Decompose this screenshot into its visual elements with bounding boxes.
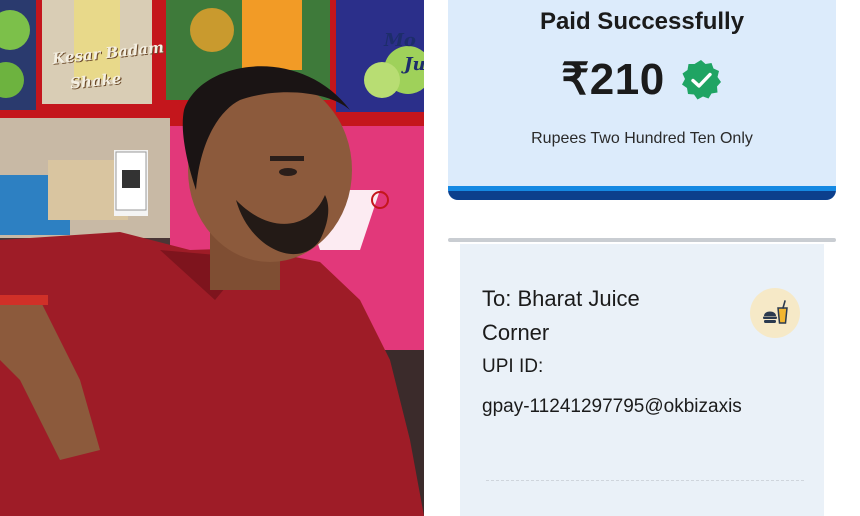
amount-row: ₹210 — [448, 54, 836, 105]
amount-in-words: Rupees Two Hundred Ten Only — [531, 130, 753, 147]
poster-text: Ju — [404, 54, 424, 75]
vendor-photo-illustration — [0, 0, 424, 516]
verified-check-icon — [681, 59, 721, 99]
upi-id-value: gpay-11241297795@okbizaxis — [482, 396, 742, 417]
section-divider — [448, 238, 836, 242]
payment-status-card: Paid Successfully ₹210 Rupees Two Hundre… — [448, 0, 836, 200]
payment-status-title: Paid Successfully — [539, 8, 745, 35]
amount-value: ₹210 — [561, 55, 665, 104]
food-drink-icon — [750, 288, 800, 338]
dashed-separator — [486, 480, 804, 481]
card-accent-bar — [448, 186, 836, 200]
poster-text: Mo — [384, 30, 416, 51]
recipient-name: To: Bharat Juice Corner — [482, 286, 640, 345]
recipient-card: To: Bharat Juice Corner UPI ID: gpay-112… — [460, 244, 824, 516]
payment-receipt-panel: Paid Successfully ₹210 Rupees Two Hundre… — [424, 0, 860, 516]
shop-photo: Kesar Badam Shake Mo Ju — [0, 0, 424, 516]
upi-id-label: UPI ID: — [482, 356, 544, 377]
